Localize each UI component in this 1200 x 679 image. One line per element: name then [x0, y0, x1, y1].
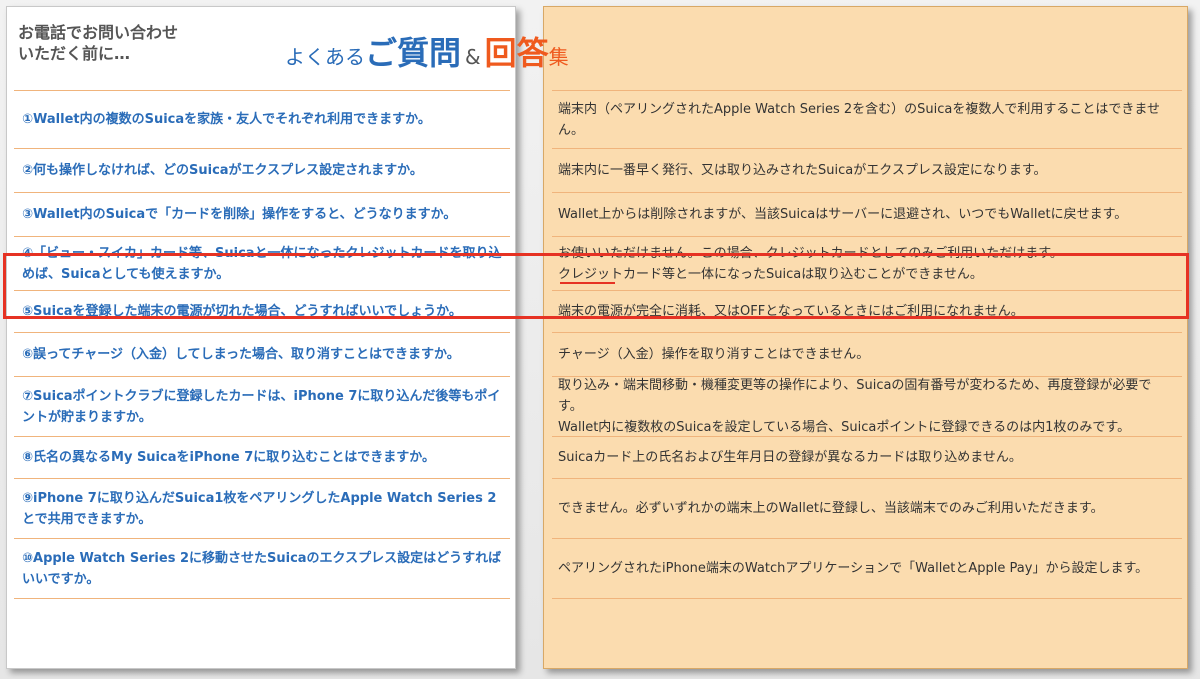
question-row: ⑩Apple Watch Series 2に移動させたSuicaのエクスプレス設…: [14, 538, 510, 598]
answer-row: できません。必ずいずれかの端末上のWalletに登録し、当該端末でのみご利用いた…: [552, 478, 1182, 538]
question-row: ②何も操作しなければ、どのSuicaがエクスプレス設定されますか。: [14, 148, 510, 192]
underline-mark: [560, 282, 615, 284]
answer-row: 端末内（ペアリングされたApple Watch Series 2を含む）のSui…: [552, 90, 1182, 148]
answer-text: 端末内に一番早く発行、又は取り込みされたSuicaがエクスプレス設定になります。: [558, 163, 1047, 178]
answer-text: お使いいただけません。この場合、クレジットカードとしてのみご利用いただけます。 …: [558, 245, 1063, 282]
question-text: ④「ビュー・スイカ」カード等、Suicaと一体になったクレジットカードを取り込め…: [22, 245, 502, 282]
answer-text: 端末の電源が完全に消耗、又はOFFとなっているときにはご利用になれません。: [558, 304, 1024, 319]
question-row: ⑧氏名の異なるMy SuicaをiPhone 7に取り込むことはできますか。: [14, 436, 510, 478]
question-text: ①Wallet内の複数のSuicaを家族・友人でそれぞれ利用できますか。: [22, 112, 431, 127]
answer-row: お使いいただけません。この場合、クレジットカードとしてのみご利用いただけます。 …: [552, 236, 1182, 290]
answer-text: ペアリングされたiPhone端末のWatchアプリケーションで「WalletとA…: [558, 561, 1149, 576]
answer-row: Wallet上からは削除されますが、当該Suicaはサーバーに退避され、いつでも…: [552, 192, 1182, 236]
answer-row: ペアリングされたiPhone端末のWatchアプリケーションで「WalletとA…: [552, 538, 1182, 598]
title-answers: 回答: [484, 34, 549, 72]
answer-row: 端末内に一番早く発行、又は取り込みされたSuicaがエクスプレス設定になります。: [552, 148, 1182, 192]
question-row: ④「ビュー・スイカ」カード等、Suicaと一体になったクレジットカードを取り込め…: [14, 236, 510, 290]
question-row: ⑤Suicaを登録した端末の電源が切れた場合、どうすればいいでしょうか。: [14, 290, 510, 332]
question-text: ⑦Suicaポイントクラブに登録したカードは、iPhone 7に取り込んだ後等も…: [22, 388, 501, 425]
question-text: ⑨iPhone 7に取り込んだSuica1枚をペアリングしたApple Watc…: [22, 490, 497, 527]
answer-text: チャージ（入金）操作を取り消すことはできません。: [558, 347, 870, 362]
title-prefix: よくある: [285, 45, 365, 69]
answer-row: チャージ（入金）操作を取り消すことはできません。: [552, 332, 1182, 376]
question-text: ③Wallet内のSuicaで「カードを削除」操作をすると、どうなりますか。: [22, 207, 457, 222]
title-questions: ご質問: [365, 34, 462, 72]
intro-text: お電話でお問い合わせ いただく前に…: [18, 22, 258, 64]
question-row: ①Wallet内の複数のSuicaを家族・友人でそれぞれ利用できますか。: [14, 90, 510, 148]
question-row: ⑦Suicaポイントクラブに登録したカードは、iPhone 7に取り込んだ後等も…: [14, 376, 510, 436]
answer-text: 取り込み・端末間移動・機種変更等の操作により、Suicaの固有番号が変わるため、…: [558, 378, 1152, 435]
intro-line-1: お電話でお問い合わせ: [18, 23, 179, 42]
list-bottom-divider: [14, 598, 510, 599]
list-bottom-divider: [552, 598, 1182, 599]
question-text: ⑤Suicaを登録した端末の電源が切れた場合、どうすればいいでしょうか。: [22, 304, 462, 319]
answer-text: Suicaカード上の氏名および生年月日の登録が異なるカードは取り込めません。: [558, 450, 1022, 465]
question-text: ⑥誤ってチャージ（入金）してしまった場合、取り消すことはできますか。: [22, 347, 460, 362]
question-text: ⑩Apple Watch Series 2に移動させたSuicaのエクスプレス設…: [22, 550, 502, 587]
question-row: ③Wallet内のSuicaで「カードを削除」操作をすると、どうなりますか。: [14, 192, 510, 236]
question-text: ⑧氏名の異なるMy SuicaをiPhone 7に取り込むことはできますか。: [22, 450, 436, 465]
answer-row: 取り込み・端末間移動・機種変更等の操作により、Suicaの固有番号が変わるため、…: [552, 376, 1182, 436]
answer-row: Suicaカード上の氏名および生年月日の登録が異なるカードは取り込めません。: [552, 436, 1182, 478]
question-row: ⑨iPhone 7に取り込んだSuica1枚をペアリングしたApple Watc…: [14, 478, 510, 538]
question-row: ⑥誤ってチャージ（入金）してしまった場合、取り消すことはできますか。: [14, 332, 510, 376]
title-suffix: 集: [548, 45, 569, 69]
page-title: よくあるご質問 & 回答集: [285, 28, 569, 78]
answer-text: 端末内（ペアリングされたApple Watch Series 2を含む）のSui…: [558, 101, 1160, 138]
question-text: ②何も操作しなければ、どのSuicaがエクスプレス設定されますか。: [22, 163, 423, 178]
answer-row: 端末の電源が完全に消耗、又はOFFとなっているときにはご利用になれません。: [552, 290, 1182, 332]
title-ampersand: &: [465, 45, 481, 69]
answer-text: できません。必ずいずれかの端末上のWalletに登録し、当該端末でのみご利用いた…: [558, 501, 1104, 516]
answer-text: Wallet上からは削除されますが、当該Suicaはサーバーに退避され、いつでも…: [558, 207, 1128, 222]
intro-line-2: いただく前に…: [18, 44, 131, 63]
